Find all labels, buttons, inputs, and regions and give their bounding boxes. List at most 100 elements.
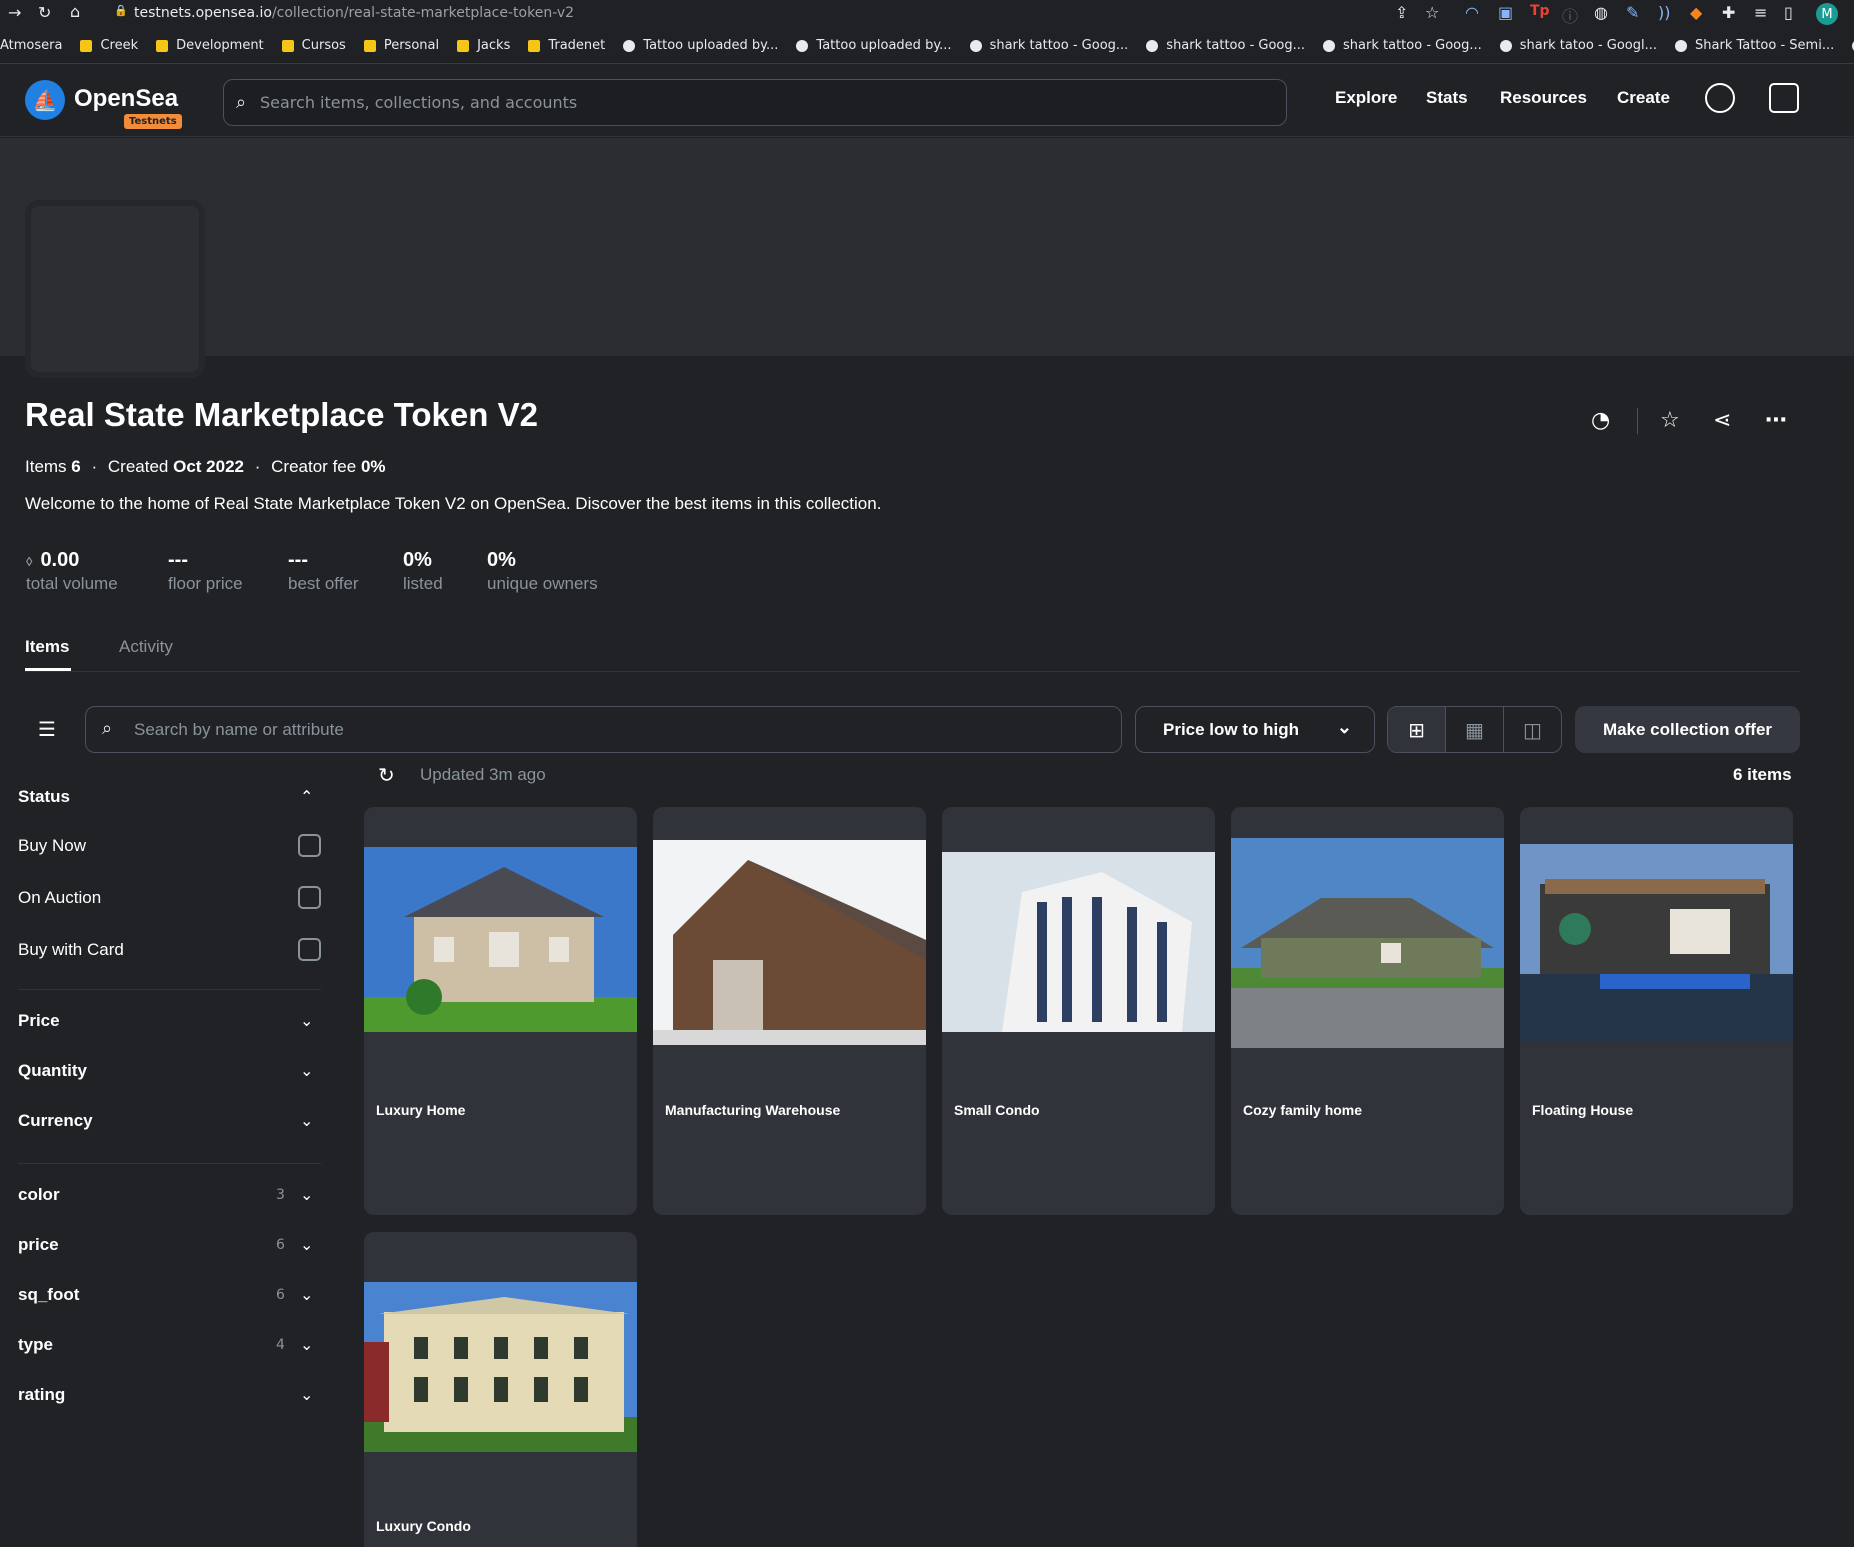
side-panel-icon[interactable]: ▯ bbox=[1784, 3, 1793, 22]
extension-icon[interactable]: )) bbox=[1658, 3, 1670, 22]
trait-color[interactable]: color bbox=[18, 1185, 60, 1205]
bookmark-label: shark tatoo - Googl... bbox=[1519, 38, 1658, 53]
bookmark-label: Tradenet bbox=[548, 38, 606, 53]
extension-icon[interactable]: ✎ bbox=[1626, 3, 1639, 22]
item-search-input[interactable]: ⌕ Search by name or attribute bbox=[85, 706, 1122, 753]
share-icon[interactable]: ⋖ bbox=[1713, 408, 1731, 433]
make-collection-offer-button[interactable]: Make collection offer bbox=[1575, 706, 1800, 753]
chevron-up-icon[interactable]: ⌃ bbox=[300, 787, 313, 806]
star-icon[interactable]: ☆ bbox=[1660, 408, 1680, 433]
bookmark-item[interactable]: Tattoo uploaded by... bbox=[796, 38, 952, 53]
chevron-down-icon[interactable]: ⌄ bbox=[300, 1111, 313, 1130]
item-name: Luxury Condo bbox=[376, 1518, 471, 1534]
url-host: testnets.opensea.io bbox=[134, 5, 272, 21]
bookmark-item[interactable]: shark tattoo - Goog... bbox=[1323, 38, 1482, 53]
bookmark-item[interactable]: Shark Tattoo - Semi... bbox=[1675, 38, 1834, 53]
share-page-icon[interactable]: ⇪ bbox=[1395, 3, 1408, 22]
google-icon bbox=[1323, 39, 1336, 52]
bookmark-item[interactable]: Atmosera bbox=[0, 38, 62, 53]
site-icon bbox=[1675, 39, 1688, 52]
reload-icon[interactable]: ↻ bbox=[38, 3, 51, 22]
bookmark-item[interactable]: Tradenet bbox=[528, 38, 605, 53]
filter-quantity[interactable]: Quantity bbox=[18, 1061, 87, 1081]
item-card[interactable]: Luxury Condo bbox=[364, 1232, 637, 1547]
playlist-icon[interactable]: ≡ bbox=[1754, 3, 1767, 22]
items-label: Items bbox=[25, 457, 67, 476]
item-card[interactable]: Luxury Home bbox=[364, 807, 637, 1215]
filter-price[interactable]: Price bbox=[18, 1011, 60, 1031]
global-search-input[interactable]: ⌕ Search items, collections, and account… bbox=[223, 79, 1287, 126]
bookmark-item[interactable]: Cursos bbox=[281, 38, 346, 53]
tab-items[interactable]: Items bbox=[25, 637, 69, 657]
buy-with-card-checkbox[interactable] bbox=[298, 938, 321, 961]
bookmark-item[interactable]: Tattoo uploaded by... bbox=[623, 38, 778, 53]
filter-currency[interactable]: Currency bbox=[18, 1111, 93, 1131]
extension-icon[interactable]: ◍ bbox=[1594, 3, 1608, 22]
forward-arrow-icon[interactable]: → bbox=[8, 3, 21, 22]
list-view-icon[interactable]: ◫ bbox=[1504, 707, 1561, 752]
chevron-down-icon[interactable]: ⌄ bbox=[300, 1061, 313, 1080]
metamask-icon[interactable]: ◆ bbox=[1690, 3, 1702, 22]
extension-icon[interactable]: ▣ bbox=[1498, 3, 1513, 22]
chevron-down-icon[interactable]: ⌄ bbox=[300, 1011, 313, 1030]
nav-create[interactable]: Create bbox=[1617, 88, 1670, 108]
chevron-down-icon[interactable]: ⌄ bbox=[300, 1335, 313, 1354]
large-grid-icon[interactable]: ⊞ bbox=[1388, 707, 1446, 752]
item-card[interactable]: Manufacturing Warehouse bbox=[653, 807, 926, 1215]
status-filter-title[interactable]: Status bbox=[18, 787, 70, 807]
bookmark-label: shark tattoo - Goog... bbox=[989, 38, 1129, 53]
activity-chart-icon[interactable]: ◔ bbox=[1591, 408, 1610, 433]
refresh-icon[interactable]: ↻ bbox=[378, 763, 395, 787]
bookmark-item[interactable]: Personal bbox=[363, 38, 440, 53]
small-grid-icon[interactable]: ▦ bbox=[1446, 707, 1504, 752]
updated-status: Updated 3m ago bbox=[420, 765, 546, 784]
puzzle-icon[interactable]: ✚ bbox=[1722, 3, 1735, 22]
extension-icon[interactable]: Tp bbox=[1530, 3, 1550, 19]
item-card[interactable]: Floating House bbox=[1520, 807, 1793, 1215]
bookmark-label: Atmosera bbox=[0, 38, 63, 53]
bookmark-item[interactable]: shark tattoo - Goog... bbox=[1146, 38, 1305, 53]
bookmark-item[interactable]: shark tattoo - Goog... bbox=[969, 38, 1129, 53]
nav-resources[interactable]: Resources bbox=[1500, 88, 1587, 108]
bookmark-item[interactable]: shark tatoo - Googl... bbox=[1499, 38, 1658, 53]
buy-now-checkbox[interactable] bbox=[298, 834, 321, 857]
trait-rating[interactable]: rating bbox=[18, 1385, 65, 1405]
stat-value: --- bbox=[288, 549, 308, 571]
profile-icon[interactable] bbox=[1705, 83, 1735, 113]
filter-toggle-icon[interactable]: ☰ bbox=[38, 717, 56, 741]
bookmark-item[interactable]: Development bbox=[156, 38, 264, 53]
item-card[interactable]: Cozy family home bbox=[1231, 807, 1504, 1215]
profile-avatar[interactable]: M bbox=[1816, 3, 1838, 25]
opensea-logo-icon[interactable]: ⛵ bbox=[25, 80, 65, 120]
more-icon[interactable]: ⋯ bbox=[1765, 408, 1787, 433]
bookmark-label: Personal bbox=[383, 38, 440, 53]
address-bar[interactable]: testnets.opensea.io/collection/real-stat… bbox=[134, 5, 574, 21]
chevron-down-icon[interactable]: ⌄ bbox=[300, 1185, 313, 1204]
logo-text[interactable]: OpenSea bbox=[74, 85, 178, 113]
trait-price[interactable]: price bbox=[18, 1235, 59, 1255]
sort-select[interactable]: Price low to high ⌄ bbox=[1135, 706, 1375, 753]
item-card[interactable]: Small Condo bbox=[942, 807, 1215, 1215]
tab-activity[interactable]: Activity bbox=[119, 637, 173, 657]
trait-count: 6 bbox=[276, 1287, 285, 1303]
item-image-luxury-home bbox=[364, 847, 637, 1032]
bookmark-item[interactable]: Jacks bbox=[457, 38, 510, 53]
wallet-icon[interactable] bbox=[1769, 83, 1799, 113]
extension-icon[interactable]: ⓘ bbox=[1562, 3, 1578, 27]
trait-type[interactable]: type bbox=[18, 1335, 53, 1355]
stat-label: floor price bbox=[168, 574, 243, 593]
chevron-down-icon[interactable]: ⌄ bbox=[300, 1285, 313, 1304]
item-image-small-condo bbox=[942, 852, 1215, 1032]
chevron-down-icon[interactable]: ⌄ bbox=[300, 1235, 313, 1254]
on-auction-checkbox[interactable] bbox=[298, 886, 321, 909]
bookmark-item[interactable]: Creek bbox=[80, 38, 138, 53]
item-image-manufacturing-warehouse bbox=[653, 840, 926, 1045]
nav-stats[interactable]: Stats bbox=[1426, 88, 1468, 108]
trait-sq-foot[interactable]: sq_foot bbox=[18, 1285, 79, 1305]
bookmark-star-icon[interactable]: ☆ bbox=[1425, 3, 1439, 22]
nav-explore[interactable]: Explore bbox=[1335, 88, 1397, 108]
extension-icon[interactable]: ◠ bbox=[1465, 3, 1479, 22]
chevron-down-icon[interactable]: ⌄ bbox=[300, 1385, 313, 1404]
lock-icon: 🔒 bbox=[114, 4, 128, 17]
home-icon[interactable]: ⌂ bbox=[70, 2, 80, 21]
